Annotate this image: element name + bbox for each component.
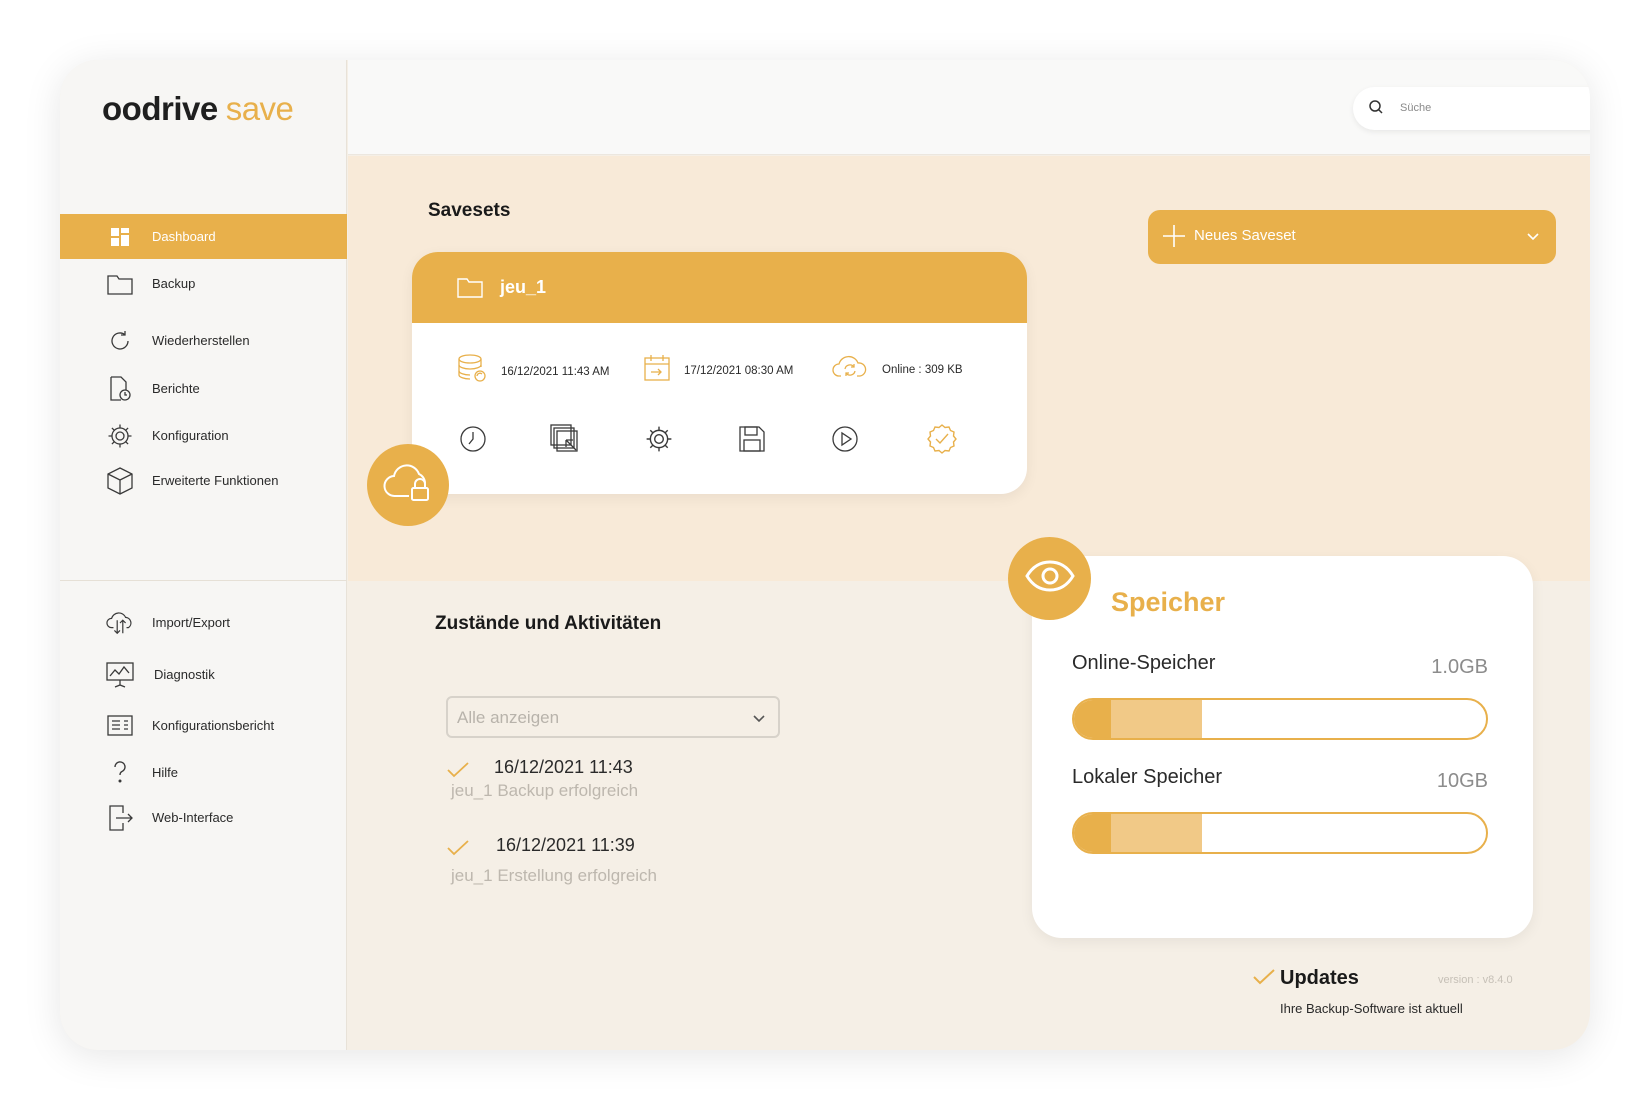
online-storage-bar: [1072, 698, 1488, 740]
diagnostic-chart-icon: [106, 661, 134, 689]
search-input[interactable]: [1400, 98, 1590, 118]
select-files-icon[interactable]: [548, 422, 582, 456]
search-icon: [1368, 99, 1384, 120]
filter-value: Alle anzeigen: [457, 708, 560, 727]
sidebar-item-dashboard[interactable]: Dashboard: [60, 214, 347, 259]
database-sync-icon: [457, 354, 487, 389]
dashboard-grid-icon: [106, 223, 134, 251]
last-backup-info: 16/12/2021 11:43 AM: [457, 354, 610, 389]
play-icon[interactable]: [828, 422, 862, 456]
last-backup-date: 16/12/2021 11:43 AM: [501, 365, 610, 378]
sidebar-item-advanced[interactable]: Erweiterte Funktionen: [60, 458, 347, 503]
saveset-card[interactable]: jeu_1 16/12/2021 11:43 AM 17/12/2021 08:…: [412, 252, 1027, 494]
sidebar-divider: [60, 580, 347, 581]
sidebar-item-restore[interactable]: Wiederherstellen: [60, 318, 347, 363]
sidebar-item-label: Berichte: [152, 381, 200, 396]
activity-date: 16/12/2021 11:43: [494, 757, 633, 777]
saveset-name: jeu_1: [500, 277, 547, 297]
saveset-card-header[interactable]: jeu_1: [412, 252, 1027, 323]
online-size-info: Online : 309 KB: [832, 354, 963, 385]
cube-icon: [106, 466, 134, 495]
plus-icon: [1162, 224, 1186, 253]
sidebar-item-label: Konfiguration: [152, 428, 229, 443]
cloud-transfer-icon: [106, 609, 134, 637]
sidebar-item-label: Hilfe: [152, 765, 179, 780]
cloud-lock-badge: [367, 444, 449, 526]
online-size: Online : 309 KB: [882, 363, 963, 376]
chevron-down-icon: [752, 711, 766, 729]
sidebar-item-label: Erweiterte Funktionen: [152, 473, 279, 488]
brand-logo[interactable]: oodrive save: [102, 90, 294, 128]
activity-description: jeu_1 Backup erfolgreich: [451, 781, 639, 800]
cloud-sync-icon: [832, 354, 868, 385]
activity-date: 16/12/2021 11:39: [496, 835, 635, 855]
activities-title: Zustände und Aktivitäten: [435, 613, 662, 634]
new-saveset-button[interactable]: Neues Saveset: [1148, 210, 1556, 264]
sidebar-item-diagnostics[interactable]: Diagnostik: [60, 652, 347, 697]
report-icon: [106, 375, 134, 403]
sidebar-item-label: Dashboard: [152, 229, 216, 244]
check-icon: [1252, 968, 1276, 991]
bar-used-fill: [1074, 700, 1112, 738]
folder-icon: [457, 276, 483, 303]
top-bar: [348, 60, 1590, 155]
sidebar-item-configuration[interactable]: Konfiguration: [60, 413, 347, 458]
savesets-title: Savesets: [428, 200, 511, 221]
save-icon[interactable]: [735, 422, 769, 456]
search-box[interactable]: [1353, 87, 1590, 130]
logo-brand: oodrive: [102, 90, 218, 127]
sidebar-item-label: Diagnostik: [154, 667, 215, 682]
sidebar-item-label: Import/Export: [152, 615, 231, 630]
storage-title: Speicher: [1111, 587, 1226, 617]
local-storage-bar: [1072, 812, 1488, 854]
restore-icon: [106, 327, 134, 355]
activity-filter-select[interactable]: Alle anzeigen: [446, 696, 780, 738]
local-storage-label: Lokaler Speicher: [1072, 766, 1223, 788]
config-report-icon: [106, 712, 134, 740]
logo-product: save: [225, 90, 294, 127]
app-window: oodrive save Dashboard Backup Wiederherst…: [60, 60, 1590, 1050]
bar-used-fill: [1074, 814, 1112, 852]
sidebar-item-backup[interactable]: Backup: [60, 261, 347, 306]
verified-icon[interactable]: [925, 422, 959, 456]
sidebar-item-import-export[interactable]: Import/Export: [60, 600, 347, 645]
schedule-icon[interactable]: [456, 422, 490, 456]
folder-icon: [106, 270, 134, 298]
check-icon: [446, 839, 470, 862]
sidebar-item-config-report[interactable]: Konfigurationsbericht: [60, 703, 347, 748]
new-saveset-label: Neues Saveset: [1194, 227, 1296, 244]
sidebar: oodrive save Dashboard Backup Wiederherst…: [60, 60, 347, 1050]
local-storage-value: 10GB: [1436, 770, 1488, 792]
sidebar-item-label: Web-Interface: [152, 810, 234, 825]
chevron-down-icon: [1526, 229, 1540, 247]
next-backup-info: 17/12/2021 08:30 AM: [644, 354, 793, 387]
sidebar-item-label: Wiederherstellen: [152, 333, 250, 348]
activity-description: jeu_1 Erstellung erfolgreich: [451, 866, 658, 885]
storage-panel: [1032, 556, 1533, 938]
eye-icon: [1024, 560, 1075, 597]
version-label: version : v8.4.0: [1438, 974, 1513, 986]
online-storage-label: Online-Speicher: [1072, 652, 1216, 674]
updates-title: Updates: [1280, 967, 1359, 989]
sidebar-item-reports[interactable]: Berichte: [60, 366, 347, 411]
exit-icon: [106, 804, 134, 832]
updates-status: Ihre Backup-Software ist aktuell: [1280, 1001, 1463, 1016]
sidebar-item-label: Konfigurationsbericht: [152, 718, 275, 733]
online-storage-value: 1.0GB: [1431, 656, 1488, 678]
eye-badge[interactable]: [1008, 537, 1091, 620]
calendar-icon: [644, 354, 670, 387]
settings-icon[interactable]: [642, 422, 676, 456]
sidebar-item-help[interactable]: Hilfe: [60, 750, 347, 795]
sidebar-item-web-interface[interactable]: Web-Interface: [60, 795, 347, 840]
gear-icon: [106, 422, 134, 450]
next-backup-date: 17/12/2021 08:30 AM: [684, 364, 794, 377]
cloud-lock-icon: [383, 462, 433, 509]
help-icon: [106, 759, 134, 787]
sidebar-item-label: Backup: [152, 276, 196, 291]
